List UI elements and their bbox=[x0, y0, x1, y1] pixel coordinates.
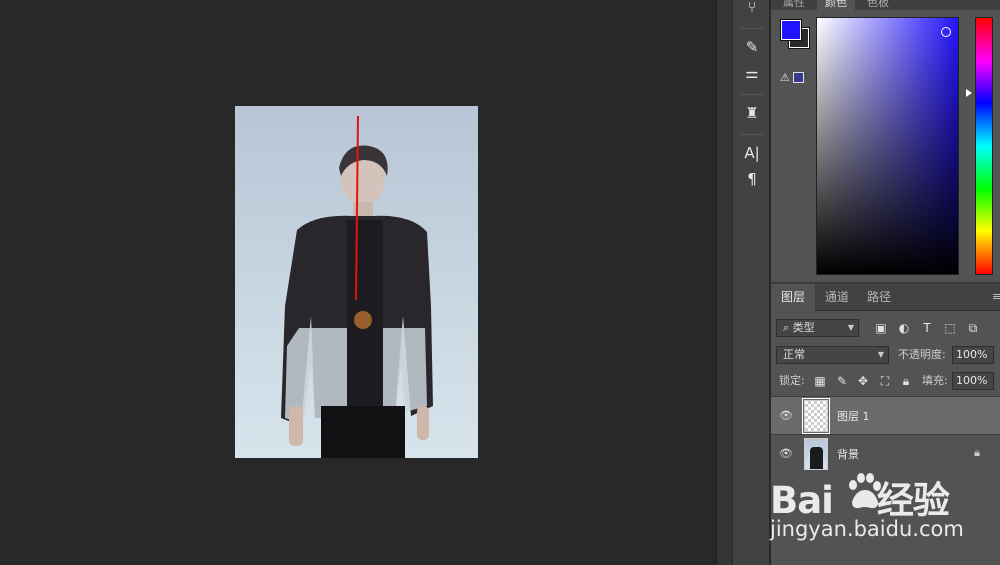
pixel-layer-filter-icon[interactable]: ▣ bbox=[873, 319, 889, 337]
layer-filter-row: ⌕ 类型 ▼ ▣ ◐ T ⬚ ⧉ bbox=[771, 319, 1000, 337]
lock-transparent-pixels-icon[interactable]: ▦ bbox=[812, 372, 828, 390]
lock-fill-row: 锁定: ▦ ✎ ✥ ⛶ 🔒︎ 填充: 100% bbox=[771, 372, 1000, 390]
lock-icon: 🔒︎ bbox=[974, 446, 980, 459]
fill-label: 填充: bbox=[922, 374, 948, 387]
tab-swatches[interactable]: 色板 bbox=[859, 0, 897, 10]
right-panel-dock: 属性 颜色 色板 ⚠ 图层 通道 路径 ≡ ⌕ 类型 ▼ ▣ ◐ T ⬚ ⧉ 正… bbox=[771, 0, 1000, 565]
character-icon[interactable]: A| bbox=[735, 140, 769, 166]
tab-layers[interactable]: 图层 bbox=[771, 284, 816, 311]
fill-field[interactable]: 100% bbox=[952, 372, 994, 390]
pants-shape bbox=[321, 406, 405, 458]
panel-dock-gutter[interactable] bbox=[716, 0, 732, 565]
tab-color[interactable]: 颜色 bbox=[817, 0, 855, 10]
lock-artboard-icon[interactable]: ⛶ bbox=[877, 372, 893, 390]
search-icon: ⌕ bbox=[783, 321, 790, 334]
warning-icon: ⚠ bbox=[780, 70, 790, 84]
tool-group-brushes: ✎ ⚌ bbox=[735, 28, 769, 86]
group-grip[interactable] bbox=[741, 28, 763, 30]
blend-opacity-row: 正常 ▼ 不透明度: 100% bbox=[771, 346, 1000, 364]
filter-kind-label: 类型 bbox=[792, 321, 815, 334]
tool-group-stamp: ♜ bbox=[735, 94, 769, 126]
layer-row-layer1[interactable]: 👁︎ 图层 1 bbox=[771, 396, 1000, 434]
shape-layer-filter-icon[interactable]: ⬚ bbox=[942, 319, 958, 337]
photo-illustration bbox=[281, 115, 433, 458]
hue-slider-arrow-icon[interactable] bbox=[966, 89, 972, 97]
tool-group-type: A| ¶ bbox=[735, 134, 769, 192]
lock-image-pixels-icon[interactable]: ✎ bbox=[834, 372, 850, 390]
lock-position-icon[interactable]: ✥ bbox=[855, 372, 871, 390]
history-brush-icon[interactable]: ⑂ bbox=[735, 0, 769, 20]
chevron-down-icon: ▼ bbox=[847, 323, 854, 332]
visibility-eye-icon[interactable]: 👁︎ bbox=[779, 409, 793, 423]
layers-panel-tabs: 图层 通道 路径 ≡ bbox=[771, 284, 1000, 311]
left-hand-shape bbox=[289, 406, 303, 446]
color-picker-cursor[interactable] bbox=[941, 27, 951, 37]
smart-object-filter-icon[interactable]: ⧉ bbox=[965, 319, 981, 337]
color-panel-tabs: 属性 颜色 色板 bbox=[771, 0, 1000, 10]
collapsed-panels-strip: ⑂ ✎ ⚌ ♜ A| ¶ bbox=[732, 0, 770, 565]
right-hand-shape bbox=[417, 406, 429, 440]
lock-all-icon[interactable]: 🔒︎ bbox=[898, 372, 914, 390]
clone-stamp-icon[interactable]: ♜ bbox=[735, 100, 769, 126]
color-panel: 属性 颜色 色板 ⚠ bbox=[771, 0, 1000, 282]
adjustments-icon[interactable]: ⚌ bbox=[735, 60, 769, 86]
chevron-down-icon: ▼ bbox=[877, 350, 884, 359]
blend-mode-label: 正常 bbox=[783, 348, 805, 361]
filter-kind-select[interactable]: ⌕ 类型 ▼ bbox=[776, 319, 859, 337]
foreground-color-swatch[interactable] bbox=[780, 19, 802, 41]
tab-channels[interactable]: 通道 bbox=[815, 284, 859, 311]
layer-name: 背景 bbox=[837, 448, 859, 461]
gamut-warning[interactable]: ⚠ bbox=[780, 70, 810, 84]
visibility-eye-icon[interactable]: 👁︎ bbox=[779, 447, 793, 461]
group-grip[interactable] bbox=[741, 134, 763, 136]
type-layer-filter-icon[interactable]: T bbox=[919, 319, 935, 337]
layer-thumbnail bbox=[804, 438, 828, 470]
layers-panel: 图层 通道 路径 ≡ ⌕ 类型 ▼ ▣ ◐ T ⬚ ⧉ 正常 ▼ 不透明度: 1… bbox=[771, 284, 1000, 565]
hue-slider[interactable] bbox=[975, 17, 993, 275]
paragraph-icon[interactable]: ¶ bbox=[735, 166, 769, 192]
opacity-field[interactable]: 100% bbox=[952, 346, 994, 364]
document-canvas-area[interactable] bbox=[0, 0, 716, 565]
gamut-color-chip[interactable] bbox=[792, 71, 804, 83]
shirt-print-shape bbox=[354, 311, 372, 329]
layer-name: 图层 1 bbox=[837, 410, 870, 423]
adjustment-layer-filter-icon[interactable]: ◐ bbox=[896, 319, 912, 337]
layer-row-background[interactable]: 👁︎ 背景 🔒︎ bbox=[771, 434, 1000, 472]
group-grip[interactable] bbox=[741, 94, 763, 96]
layer-thumbnail bbox=[802, 398, 830, 434]
panel-menu-icon[interactable]: ≡ bbox=[992, 290, 1000, 303]
opacity-label: 不透明度: bbox=[898, 348, 946, 361]
tab-properties[interactable]: 属性 bbox=[775, 0, 813, 10]
brush-settings-icon[interactable]: ✎ bbox=[735, 34, 769, 60]
blend-mode-select[interactable]: 正常 ▼ bbox=[776, 346, 889, 364]
tab-paths[interactable]: 路径 bbox=[857, 284, 901, 311]
document-image[interactable] bbox=[235, 106, 478, 458]
lock-label: 锁定: bbox=[779, 374, 805, 387]
saturation-brightness-field[interactable] bbox=[816, 17, 959, 275]
tool-group-history: ⑂ bbox=[735, 0, 769, 20]
